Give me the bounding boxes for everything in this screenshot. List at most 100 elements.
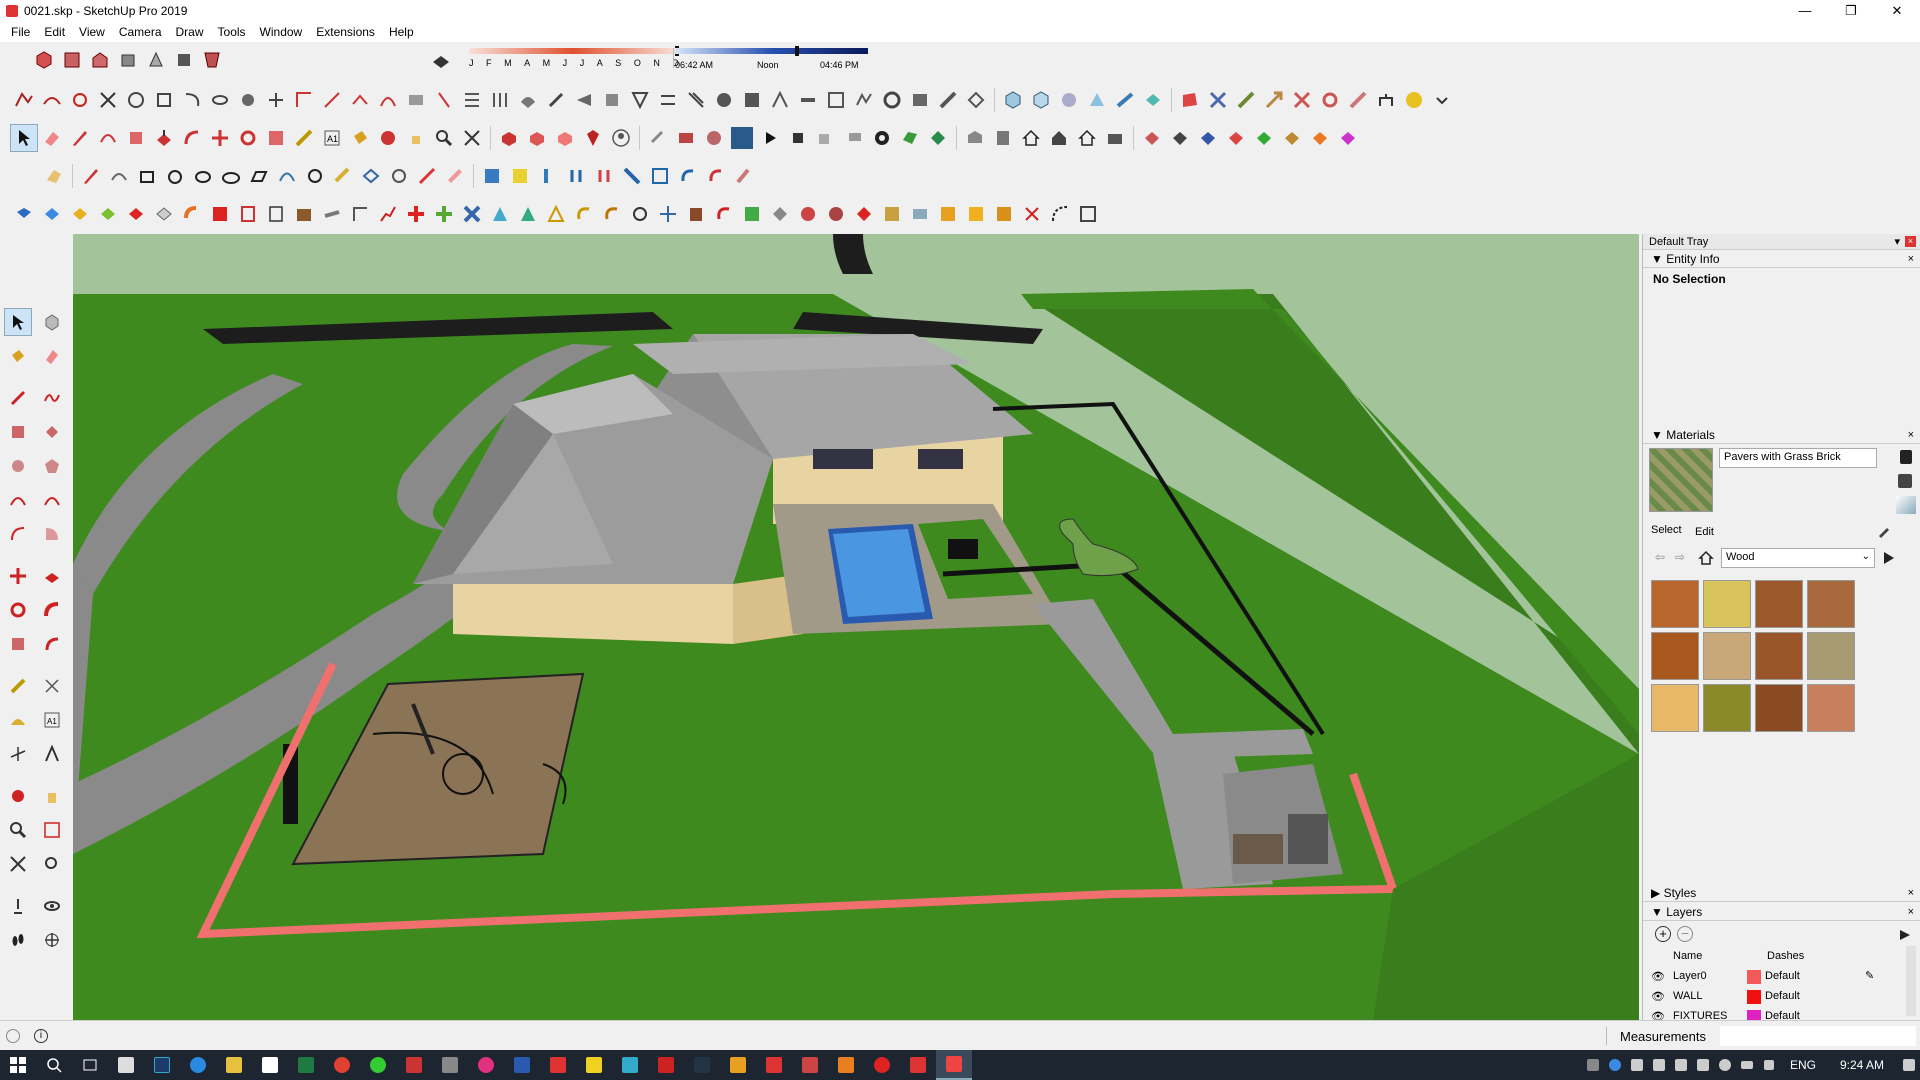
tool-icon[interactable]	[654, 86, 682, 114]
acrobat-icon[interactable]	[648, 1050, 684, 1080]
tool-icon[interactable]	[999, 86, 1027, 114]
tool-icon[interactable]	[1166, 124, 1194, 152]
tool-icon[interactable]	[94, 200, 122, 228]
tool-icon[interactable]	[1260, 86, 1288, 114]
tool-icon[interactable]	[672, 124, 700, 152]
maximize-button[interactable]: ❐	[1828, 0, 1874, 22]
pencil-button[interactable]	[66, 124, 94, 152]
tool-icon[interactable]	[262, 200, 290, 228]
tool-icon[interactable]	[1222, 124, 1250, 152]
line-tool-button[interactable]	[4, 384, 32, 412]
remove-layer-icon[interactable]: −	[1677, 926, 1693, 942]
add-layer-icon[interactable]: +	[1655, 926, 1671, 942]
gear-icon[interactable]	[868, 124, 896, 152]
tray-app-icon[interactable]	[1604, 1050, 1626, 1080]
tab-select[interactable]: Select	[1651, 524, 1682, 536]
offset-tool-button[interactable]	[38, 630, 66, 658]
tool-icon[interactable]	[290, 200, 318, 228]
app-icon[interactable]	[432, 1050, 468, 1080]
tool-icon[interactable]	[896, 124, 924, 152]
push-pull-button[interactable]	[150, 124, 178, 152]
tool-icon[interactable]	[626, 200, 654, 228]
tool-icon[interactable]	[626, 86, 654, 114]
select-tool-button[interactable]	[4, 308, 32, 336]
material-swatch[interactable]	[1807, 684, 1855, 732]
tray-app-icon[interactable]	[1648, 1050, 1670, 1080]
tool-icon[interactable]	[458, 86, 486, 114]
entity-info-header[interactable]: ▼ Entity Info ×	[1643, 250, 1920, 268]
tool-icon[interactable]	[38, 86, 66, 114]
zoom-extents-button[interactable]	[458, 124, 486, 152]
geolocation-icon[interactable]	[6, 1029, 20, 1043]
tool-icon[interactable]	[77, 162, 105, 190]
volume-icon[interactable]	[1758, 1050, 1780, 1080]
tool-icon[interactable]	[1176, 86, 1204, 114]
share-model-button[interactable]	[551, 124, 579, 152]
position-camera-tool-button[interactable]	[4, 892, 32, 920]
start-windows-icon[interactable]	[0, 1050, 36, 1080]
layers-dashes-column[interactable]: Dashes	[1767, 950, 1804, 962]
tool-icon[interactable]	[542, 86, 570, 114]
tape-measure-button[interactable]	[290, 124, 318, 152]
tool-icon[interactable]	[217, 162, 245, 190]
tool-icon[interactable]	[10, 200, 38, 228]
info-icon[interactable]: i	[34, 1029, 48, 1043]
network-icon[interactable]	[1714, 1050, 1736, 1080]
text-tool-button[interactable]: A1	[38, 706, 66, 734]
tool-icon[interactable]	[700, 124, 728, 152]
material-swatch[interactable]	[1807, 632, 1855, 680]
tool-icon[interactable]	[1101, 124, 1129, 152]
search-icon[interactable]	[36, 1050, 72, 1080]
close-panel-icon[interactable]: ×	[1908, 884, 1914, 902]
tool-icon[interactable]	[1194, 124, 1222, 152]
tool-icon[interactable]	[506, 162, 534, 190]
tool-icon[interactable]	[934, 86, 962, 114]
tool-icon[interactable]	[646, 162, 674, 190]
move-tool-button[interactable]	[4, 562, 32, 590]
material-swatch[interactable]	[1651, 632, 1699, 680]
tool-icon[interactable]	[1083, 86, 1111, 114]
tool-icon[interactable]	[562, 162, 590, 190]
app-icon[interactable]	[720, 1050, 756, 1080]
close-panel-icon[interactable]: ×	[1908, 903, 1914, 921]
iso-view-button[interactable]	[30, 46, 58, 74]
axes-tool-button[interactable]	[4, 740, 32, 768]
tool-icon[interactable]	[766, 200, 794, 228]
time-slider[interactable]	[675, 48, 868, 54]
menu-tools[interactable]: Tools	[211, 25, 253, 39]
tool-icon[interactable]	[598, 200, 626, 228]
tray-app-icon[interactable]	[1626, 1050, 1648, 1080]
account-icon[interactable]	[607, 124, 635, 152]
tool-icon[interactable]	[1018, 200, 1046, 228]
tool-icon[interactable]	[486, 86, 514, 114]
tool-icon[interactable]	[38, 200, 66, 228]
tool-icon[interactable]	[812, 124, 840, 152]
details-arrow-icon[interactable]	[1898, 928, 1912, 942]
file-explorer-icon[interactable]	[216, 1050, 252, 1080]
close-panel-icon[interactable]: ×	[1908, 426, 1914, 444]
measurements-field[interactable]	[1720, 1026, 1916, 1046]
extension-warehouse-button[interactable]	[523, 124, 551, 152]
tool-icon[interactable]	[10, 86, 38, 114]
layer-row[interactable]: 👁 Layer0 Default ✎	[1643, 968, 1899, 986]
tool-icon[interactable]	[682, 200, 710, 228]
material-swatch[interactable]	[1703, 580, 1751, 628]
tool-icon[interactable]	[924, 124, 952, 152]
protractor-tool-button[interactable]	[4, 706, 32, 734]
eraser-button[interactable]	[38, 124, 66, 152]
3d-warehouse-button[interactable]	[495, 124, 523, 152]
menu-window[interactable]: Window	[253, 25, 310, 39]
forward-arrow-icon[interactable]: ⇨	[1675, 550, 1685, 564]
tray-app-icon[interactable]	[1692, 1050, 1714, 1080]
tool-icon[interactable]	[850, 200, 878, 228]
tool-icon[interactable]	[1046, 200, 1074, 228]
left-view-button[interactable]	[170, 46, 198, 74]
visibility-eye-icon[interactable]: 👁	[1651, 970, 1665, 983]
eraser-tool-button[interactable]	[38, 342, 66, 370]
menu-draw[interactable]: Draw	[169, 25, 211, 39]
word-icon[interactable]	[504, 1050, 540, 1080]
home-icon[interactable]	[1698, 550, 1714, 566]
material-swatch[interactable]	[1703, 632, 1751, 680]
tool-icon[interactable]	[318, 86, 346, 114]
notifications-icon[interactable]	[1898, 1050, 1920, 1080]
